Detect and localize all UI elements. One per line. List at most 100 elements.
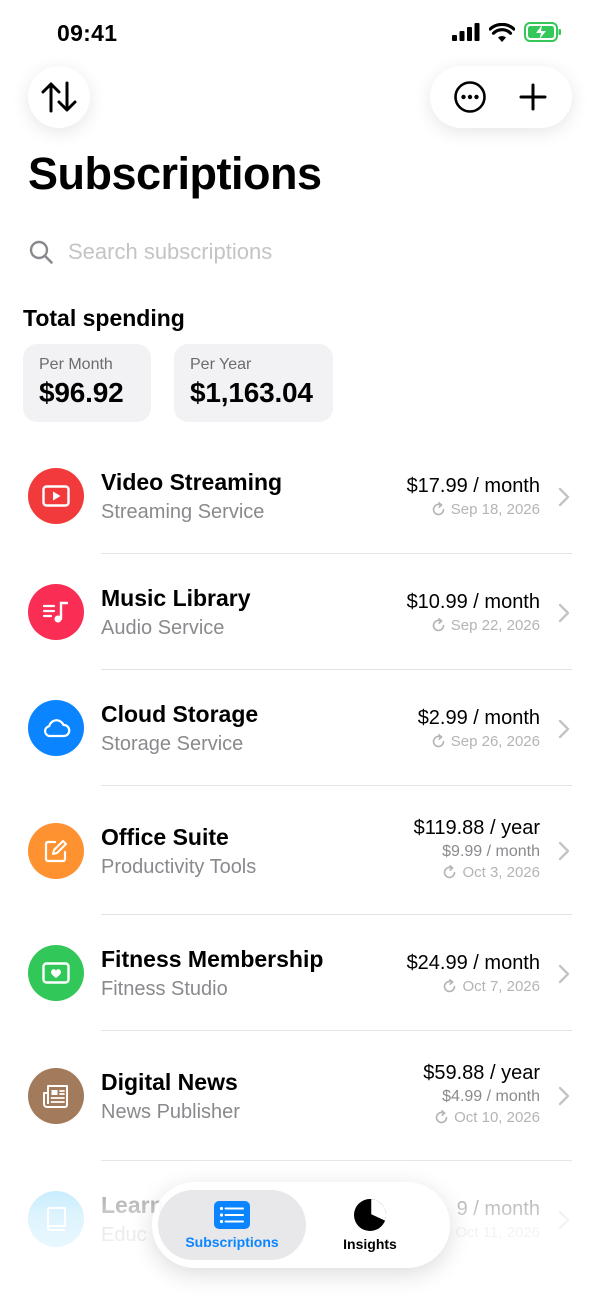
chevron-right-icon (558, 719, 570, 739)
subscription-price: $2.99 / month (417, 707, 540, 729)
chevron-right-icon (558, 1210, 570, 1230)
status-time: 09:41 (57, 20, 118, 46)
search-input[interactable] (68, 239, 548, 265)
sort-arrows-icon (41, 81, 77, 113)
subscription-name: Cloud Storage (101, 701, 259, 727)
per-year-label: Per Year (190, 356, 252, 373)
subscription-pricing: 9 / month Oct 11, 2026 (455, 1198, 540, 1241)
renew-icon (432, 618, 445, 632)
renew-icon (444, 865, 456, 879)
subscription-name: Fitness Membership (101, 946, 324, 972)
subscription-price: $59.88 / year (423, 1062, 540, 1084)
per-month-label: Per Month (39, 356, 113, 373)
renewal-date-text: Sep 22, 2026 (450, 617, 540, 634)
subscription-pricing: $119.88 / year $9.99 / month Oct 3, 2026 (414, 817, 540, 881)
subscription-provider: News Publisher (101, 1101, 240, 1123)
subscription-row-cloud-storage[interactable]: Cloud Storage Storage Service $2.99 / mo… (0, 670, 600, 786)
subscription-provider: Storage Service (101, 733, 244, 755)
cellular-signal-icon (452, 23, 480, 41)
renewal-date: Sep 22, 2026 (407, 617, 540, 634)
subscription-pricing: $59.88 / year $4.99 / month Oct 10, 2026 (423, 1062, 540, 1126)
tab-subscriptions[interactable]: Subscriptions (158, 1190, 306, 1260)
subscription-monthly-equivalent: $4.99 / month (442, 1088, 540, 1105)
music-list-icon (42, 601, 69, 623)
chevron-right-icon (558, 964, 570, 984)
subscription-icon (28, 584, 84, 640)
tab-bar: Subscriptions Insights (152, 1182, 450, 1268)
search-icon (29, 240, 53, 264)
subscription-pricing: $2.99 / month Sep 26, 2026 (418, 707, 540, 750)
header-actions (430, 66, 572, 128)
tab-insights[interactable]: Insights (296, 1190, 444, 1260)
renewal-date-text: Oct 7, 2026 (462, 978, 540, 995)
per-month-card: Per Month $96.92 (23, 344, 151, 422)
search-bar[interactable] (28, 232, 572, 272)
per-year-value: $1,163.04 (190, 377, 313, 408)
subscription-provider: Educ (101, 1224, 147, 1246)
per-month-value: $96.92 (39, 377, 124, 408)
subscription-icon (28, 945, 84, 1001)
chevron-right-icon (558, 603, 570, 623)
subscription-price: $119.88 / year (413, 817, 540, 839)
subscription-price: $10.99 / month (406, 591, 540, 613)
subscription-name: Digital News (101, 1069, 238, 1095)
chevron-right-icon (558, 841, 570, 861)
tab-label: Subscriptions (185, 1234, 279, 1250)
subscription-icon (28, 823, 84, 879)
total-spending-title: Total spending (23, 305, 185, 331)
play-icon (42, 485, 70, 507)
subscription-provider: Productivity Tools (101, 856, 257, 878)
subscription-pricing: $24.99 / month Oct 7, 2026 (407, 952, 540, 995)
subscription-provider: Fitness Studio (101, 978, 228, 1000)
plus-icon (519, 83, 546, 111)
subscription-row-office-suite[interactable]: Office Suite Productivity Tools $119.88 … (0, 786, 600, 915)
renew-icon (432, 502, 445, 516)
renewal-date-text: Sep 18, 2026 (450, 501, 540, 518)
status-icons (452, 22, 562, 42)
book-icon (47, 1207, 66, 1231)
heart-card-icon (42, 962, 70, 984)
renew-icon (435, 1110, 448, 1124)
subscription-provider: Streaming Service (101, 501, 265, 523)
per-year-card: Per Year $1,163.04 (174, 344, 333, 422)
subscription-row-video-streaming[interactable]: Video Streaming Streaming Service $17.99… (0, 438, 600, 554)
renewal-date: Oct 10, 2026 (423, 1109, 540, 1126)
renewal-date: Sep 18, 2026 (407, 501, 540, 518)
renewal-date: Oct 11, 2026 (455, 1224, 540, 1241)
renewal-date-text: Oct 3, 2026 (462, 864, 540, 881)
renewal-date-text: Sep 26, 2026 (450, 733, 540, 750)
subscription-price: $24.99 / month (406, 952, 540, 974)
renewal-date: Oct 7, 2026 (407, 978, 540, 995)
subscription-pricing: $17.99 / month Sep 18, 2026 (407, 475, 540, 518)
renewal-date-text: Oct 10, 2026 (454, 1109, 540, 1126)
subscription-row-fitness-membership[interactable]: Fitness Membership Fitness Studio $24.99… (0, 915, 600, 1031)
tab-label: Insights (343, 1236, 397, 1252)
ellipsis-circle-icon (453, 81, 486, 113)
subscription-name: Music Library (101, 585, 251, 611)
subscription-icon (28, 468, 84, 524)
sort-button[interactable] (28, 66, 90, 128)
add-subscription-button[interactable] (508, 72, 558, 122)
subscription-icon (28, 1191, 84, 1247)
subscription-provider: Audio Service (101, 617, 225, 639)
page-title: Subscriptions (28, 148, 322, 199)
chevron-right-icon (558, 487, 570, 507)
status-bar: 09:41 (0, 0, 600, 66)
edit-square-icon (44, 840, 67, 863)
cloud-icon (44, 719, 71, 738)
subscription-price: $17.99 / month (406, 475, 540, 497)
newspaper-icon (43, 1085, 68, 1108)
subscription-icon (28, 1068, 84, 1124)
renewal-date-text: Oct 11, 2026 (455, 1224, 540, 1241)
chevron-right-icon (558, 1086, 570, 1106)
subscription-pricing: $10.99 / month Sep 22, 2026 (407, 591, 540, 634)
subscription-list: Video Streaming Streaming Service $17.99… (0, 438, 600, 1277)
subscription-name: Video Streaming (101, 469, 283, 495)
subscription-row-music-library[interactable]: Music Library Audio Service $10.99 / mon… (0, 554, 600, 670)
renewal-date: Sep 26, 2026 (418, 733, 540, 750)
battery-charging-icon (524, 22, 561, 42)
wifi-icon (489, 22, 515, 42)
subscription-row-digital-news[interactable]: Digital News News Publisher $59.88 / yea… (0, 1031, 600, 1161)
more-button[interactable] (445, 72, 495, 122)
pie-chart-icon (354, 1199, 387, 1231)
